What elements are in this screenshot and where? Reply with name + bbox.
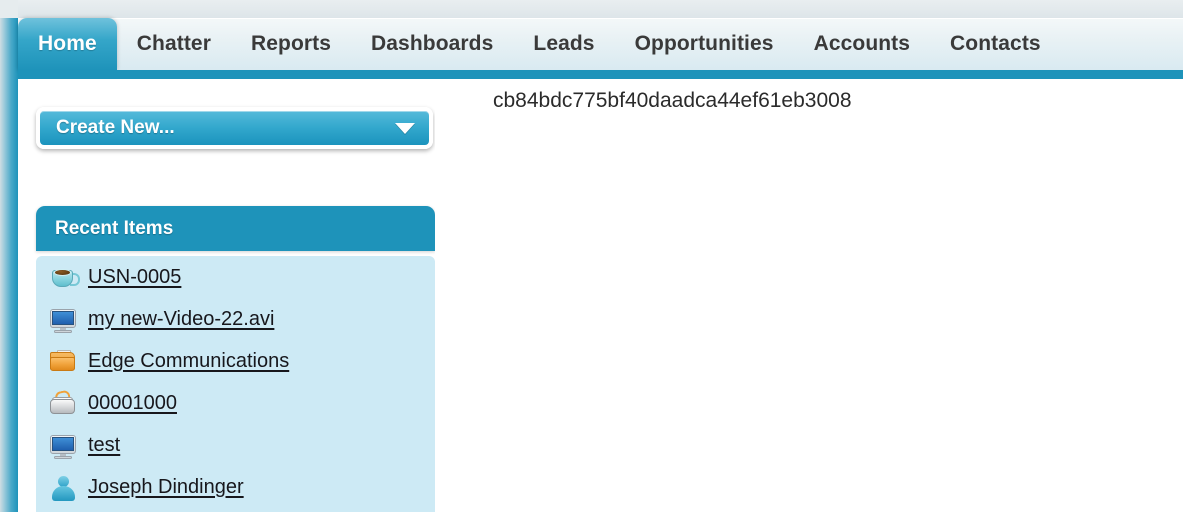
monitor-icon — [48, 304, 78, 334]
hash-text: cb84bdc775bf40daadca44ef61eb3008 — [493, 89, 852, 112]
tab-reports[interactable]: Reports — [231, 18, 351, 70]
tab-bar-underline — [18, 70, 1183, 79]
primary-tab-bar: Home Chatter Reports Dashboards Leads Opportu… — [18, 18, 1183, 79]
person-icon — [48, 472, 78, 502]
chevron-down-icon — [395, 123, 415, 134]
sidebar: Create New... Recent Items USN-0005 my ne… — [18, 79, 435, 512]
tab-leads[interactable]: Leads — [513, 18, 614, 70]
left-gradient-rail — [0, 0, 18, 512]
recent-item-link[interactable]: my new-Video-22.avi — [88, 308, 274, 331]
recent-item-link[interactable]: test — [88, 434, 120, 457]
left-rail-top-cap — [0, 0, 18, 18]
tab-home[interactable]: Home — [18, 18, 117, 79]
recent-items-title: Recent Items — [55, 218, 174, 239]
page-content: Create New... Recent Items USN-0005 my ne… — [18, 79, 1183, 512]
coffee-cup-icon — [48, 262, 80, 292]
recent-item[interactable]: test — [36, 424, 435, 466]
recent-items-list: USN-0005 my new-Video-22.avi Edge Communic… — [36, 256, 435, 508]
case-icon — [48, 388, 78, 418]
recent-items-panel: USN-0005 my new-Video-22.avi Edge Communic… — [36, 256, 435, 512]
tab-list: Home Chatter Reports Dashboards Leads Opportu… — [18, 18, 1061, 79]
tab-dashboards[interactable]: Dashboards — [351, 18, 513, 70]
page-top-band — [0, 0, 1183, 18]
salesforce-home-page: Home Chatter Reports Dashboards Leads Opportu… — [0, 0, 1183, 512]
recent-item-link[interactable]: Joseph Dindinger — [88, 476, 244, 499]
recent-item[interactable]: my new-Video-22.avi — [36, 298, 435, 340]
main-panel: cb84bdc775bf40daadca44ef61eb3008 — [435, 79, 1183, 512]
folder-icon — [48, 346, 78, 376]
recent-item[interactable]: Joseph Dindinger — [36, 466, 435, 508]
tab-opportunities[interactable]: Opportunities — [615, 18, 794, 70]
recent-item[interactable]: Edge Communications — [36, 340, 435, 382]
tab-contacts[interactable]: Contacts — [930, 18, 1061, 70]
tab-accounts[interactable]: Accounts — [794, 18, 930, 70]
recent-item-link[interactable]: Edge Communications — [88, 350, 289, 373]
monitor-icon — [48, 430, 78, 460]
create-new-label: Create New... — [56, 117, 175, 138]
recent-item[interactable]: USN-0005 — [36, 256, 435, 298]
recent-item-link[interactable]: USN-0005 — [88, 266, 181, 289]
recent-item[interactable]: 00001000 — [36, 382, 435, 424]
recent-items-header: Recent Items — [36, 206, 435, 251]
create-new-button[interactable]: Create New... — [36, 107, 433, 149]
tab-chatter[interactable]: Chatter — [117, 18, 231, 70]
recent-item-link[interactable]: 00001000 — [88, 392, 177, 415]
